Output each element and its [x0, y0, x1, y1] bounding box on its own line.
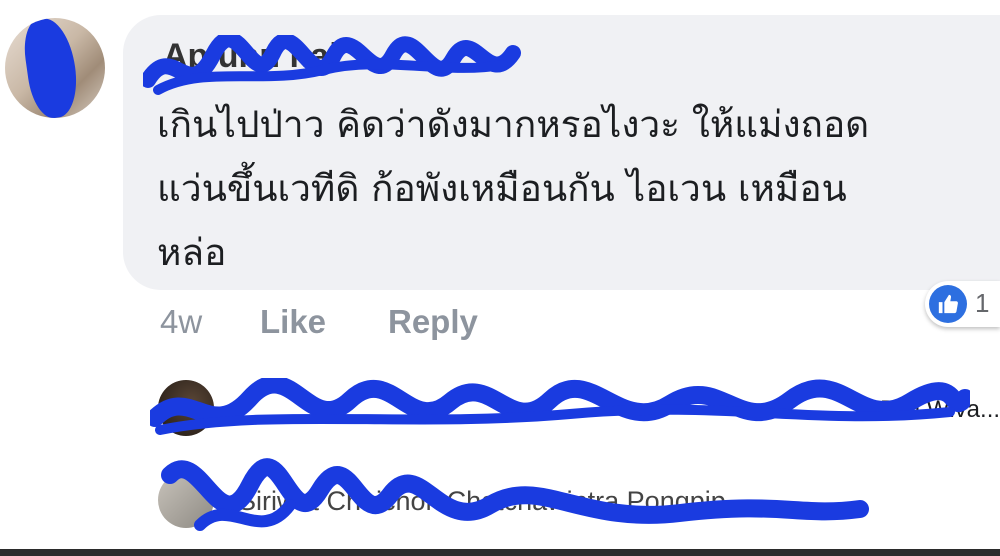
comment-line: แว่นขึ้นเวทีดิ ก้อพังเหมือนกัน ไอเวน เหม…	[157, 167, 847, 210]
comment-bubble: Ap unn hai เกินไปป่าว คิดว่าดังมากหรอไงว…	[123, 15, 1000, 290]
comment-line: เกินไปป่าว คิดว่าดังมากหรอไงวะ ให้แม่งถอ…	[157, 103, 870, 146]
reply-avatar	[158, 380, 214, 436]
commenter-name[interactable]: Ap unn hai	[163, 37, 339, 76]
reply-item[interactable]: Siriwat Chaichok Chatchawintra Pongpip..…	[0, 458, 1000, 531]
like-thumb-icon	[929, 285, 967, 323]
reply-summary[interactable]: Plai Wiva...	[880, 396, 1000, 424]
comment-line: หล่อ	[157, 231, 227, 274]
reply-summary[interactable]: Siriwat Chaichok Chatchawintra Pongpip..…	[238, 486, 748, 517]
reply-avatar	[158, 472, 214, 528]
like-button[interactable]: Like	[260, 303, 326, 341]
reply-button[interactable]: Reply	[388, 303, 478, 341]
reply-item[interactable]: Plai Wiva...	[0, 378, 1000, 438]
reaction-summary[interactable]: 1	[925, 281, 1000, 327]
comment-timestamp[interactable]: 4w	[160, 303, 202, 341]
comment-text: เกินไปป่าว คิดว่าดังมากหรอไงวะ ให้แม่งถอ…	[157, 93, 967, 285]
reply-redaction-scribble	[150, 378, 970, 435]
reaction-count: 1	[975, 288, 990, 318]
avatar-redaction	[20, 18, 82, 118]
bottom-divider	[0, 549, 1000, 556]
commenter-avatar[interactable]	[5, 18, 105, 118]
